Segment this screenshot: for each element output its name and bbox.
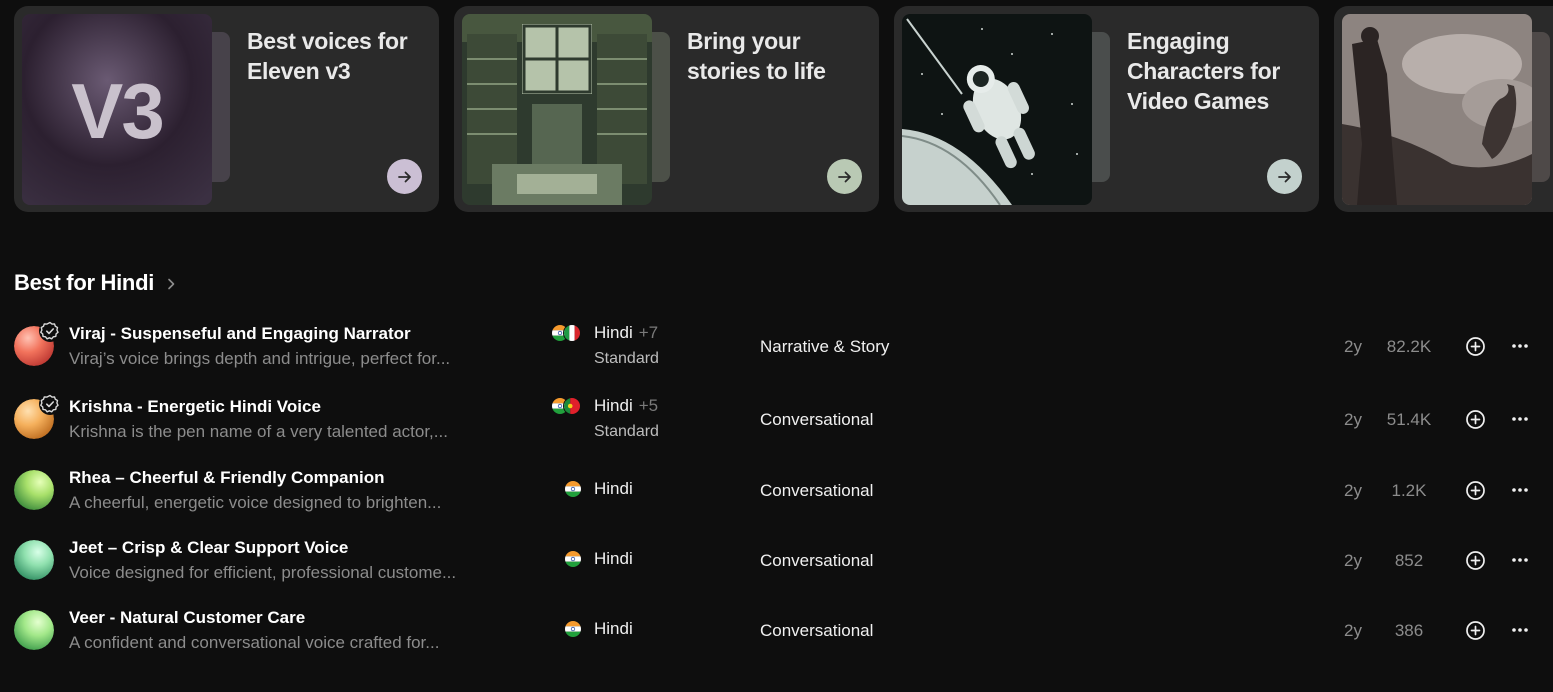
voice-category: Narrative & Story — [760, 337, 890, 356]
voice-avatar — [14, 610, 54, 650]
voice-row[interactable]: Krishna - Energetic Hindi Voice Krishna … — [0, 389, 1553, 449]
collections-carousel: V3 Best voices for Eleven v3 Bring your … — [14, 6, 1553, 212]
warrior-dragon-illustration-thumbnail — [1342, 14, 1532, 205]
voice-users-count: 1.2K — [1391, 481, 1427, 500]
plus-circle-icon — [1465, 480, 1485, 500]
voice-name: Rhea – Cheerful & Friendly Companion — [69, 468, 385, 487]
voice-description: Krishna is the pen name of a very talent… — [69, 422, 448, 441]
voice-age: 2y — [1344, 337, 1362, 356]
india-flag-icon — [564, 480, 582, 498]
language-flags — [551, 397, 581, 415]
v3-logo-text: V3 — [71, 67, 164, 155]
verified-badge-icon — [39, 320, 61, 342]
open-collection-button[interactable] — [827, 159, 862, 194]
voice-row[interactable]: Jeet – Crisp & Clear Support Voice Voice… — [0, 530, 1553, 590]
collection-card-stories[interactable]: Bring your stories to life — [454, 6, 879, 212]
voice-description: A cheerful, energetic voice designed to … — [69, 493, 442, 512]
voice-avatar — [14, 540, 54, 580]
section-title: Best for Hindi — [14, 270, 155, 295]
language-flags — [551, 324, 581, 342]
more-horizontal-icon — [1512, 628, 1528, 632]
voice-users-count: 852 — [1394, 551, 1424, 570]
voice-description: A confident and conversational voice cra… — [69, 633, 440, 652]
voice-category: Conversational — [760, 481, 874, 500]
more-options-button[interactable] — [1506, 546, 1534, 574]
plus-circle-icon — [1465, 336, 1485, 356]
voice-language: Hindi — [594, 619, 633, 638]
italy-flag-icon — [563, 324, 581, 342]
arrow-right-icon — [837, 171, 851, 182]
voice-language: Hindi — [594, 549, 633, 568]
plus-circle-icon — [1465, 550, 1485, 570]
language-flags — [564, 480, 582, 498]
voice-users-count: 386 — [1394, 621, 1424, 640]
voice-library-page: V3 Best voices for Eleven v3 Bring your … — [0, 0, 1553, 692]
voice-name: Krishna - Energetic Hindi Voice — [69, 397, 321, 416]
india-flag-icon — [564, 620, 582, 638]
voice-age: 2y — [1344, 621, 1362, 640]
voice-description: Viraj’s voice brings depth and intrigue,… — [69, 349, 451, 368]
collection-card-video-games[interactable]: Engaging Characters for Video Games — [894, 6, 1319, 212]
add-voice-button[interactable] — [1461, 476, 1489, 504]
more-languages-count: +5 — [638, 396, 659, 415]
language-flags — [564, 550, 582, 568]
add-voice-button[interactable] — [1461, 405, 1489, 433]
voice-name: Viraj - Suspenseful and Engaging Narrato… — [69, 324, 411, 343]
language-flags — [564, 620, 582, 638]
voice-users-count: 82.2K — [1386, 337, 1432, 356]
plus-circle-icon — [1465, 620, 1485, 640]
voice-category: Conversational — [760, 410, 874, 429]
more-options-button[interactable] — [1506, 405, 1534, 433]
chevron-right-icon — [168, 278, 175, 290]
more-languages-count: +7 — [638, 323, 659, 342]
collection-card-fantasy[interactable] — [1334, 6, 1553, 212]
voice-name: Veer - Natural Customer Care — [69, 608, 306, 627]
more-horizontal-icon — [1512, 558, 1528, 562]
section-header-best-for-hindi[interactable]: Best for Hindi — [14, 270, 178, 296]
astronaut-illustration-thumbnail — [902, 14, 1092, 205]
voice-language: Hindi — [594, 479, 633, 498]
voice-description: Voice designed for efficient, profession… — [69, 563, 457, 582]
voice-row[interactable]: Rhea – Cheerful & Friendly Companion A c… — [0, 460, 1553, 520]
voice-name: Jeet – Crisp & Clear Support Voice — [69, 538, 349, 557]
voice-age: 2y — [1344, 481, 1362, 500]
open-collection-button[interactable] — [387, 159, 422, 194]
add-voice-button[interactable] — [1461, 546, 1489, 574]
voice-category: Conversational — [760, 551, 874, 570]
more-horizontal-icon — [1512, 488, 1528, 492]
collection-card-eleven-v3[interactable]: V3 Best voices for Eleven v3 — [14, 6, 439, 212]
collection-title: Engaging Characters for Video Games — [1127, 28, 1281, 114]
add-voice-button[interactable] — [1461, 616, 1489, 644]
collection-title: Bring your stories to life — [687, 28, 826, 84]
open-collection-button[interactable] — [1267, 159, 1302, 194]
voice-language: Hindi +7 — [594, 323, 659, 342]
voice-row[interactable]: Viraj - Suspenseful and Engaging Narrato… — [0, 316, 1553, 376]
add-voice-button[interactable] — [1461, 332, 1489, 360]
more-horizontal-icon — [1512, 417, 1528, 421]
voice-users-count: 51.4K — [1386, 410, 1432, 429]
arrow-right-icon — [1277, 171, 1291, 182]
voice-category: Conversational — [760, 621, 874, 640]
voice-row[interactable]: Veer - Natural Customer Care A confident… — [0, 600, 1553, 660]
voice-age: 2y — [1344, 410, 1362, 429]
voice-model: Standard — [594, 350, 659, 367]
voice-model: Standard — [594, 423, 659, 440]
portugal-flag-icon — [563, 397, 581, 415]
more-options-button[interactable] — [1506, 616, 1534, 644]
india-flag-icon — [564, 550, 582, 568]
collection-title: Best voices for Eleven v3 — [247, 28, 408, 84]
voice-avatar — [14, 470, 54, 510]
more-horizontal-icon — [1512, 344, 1528, 348]
more-options-button[interactable] — [1506, 476, 1534, 504]
verified-badge-icon — [39, 393, 61, 415]
voice-language: Hindi +5 — [594, 396, 659, 415]
plus-circle-icon — [1465, 409, 1485, 429]
more-options-button[interactable] — [1506, 332, 1534, 360]
v3-logo-thumbnail: V3 — [22, 14, 212, 205]
voice-age: 2y — [1344, 551, 1362, 570]
arrow-right-icon — [397, 171, 411, 182]
library-illustration-thumbnail — [462, 14, 652, 205]
